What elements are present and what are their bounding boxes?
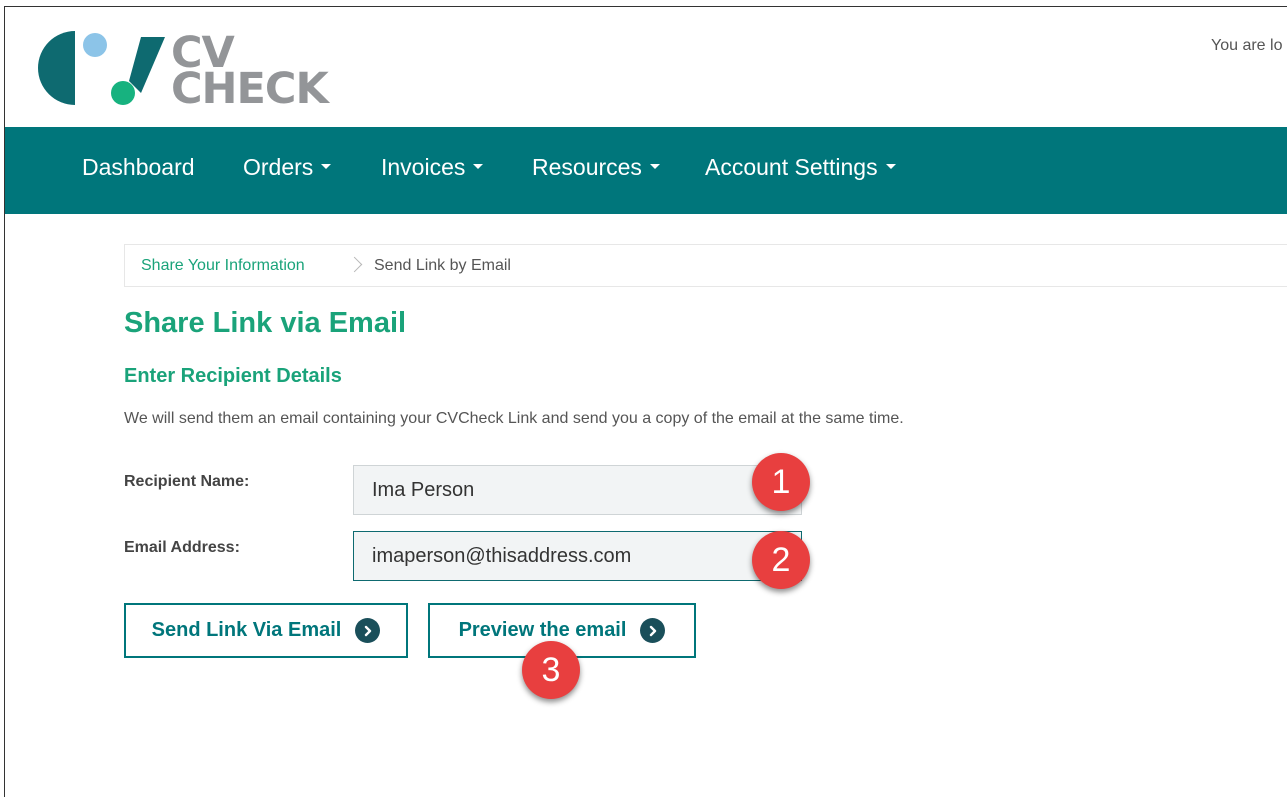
- nav-invoices-label: Invoices: [381, 154, 466, 180]
- email-address-input[interactable]: [353, 531, 802, 581]
- chevron-right-icon: [346, 256, 363, 273]
- nav-resources-label: Resources: [532, 154, 642, 180]
- step-badge-1: 1: [752, 453, 810, 511]
- nav-dashboard-label: Dashboard: [82, 154, 195, 180]
- caret-down-icon: [649, 164, 660, 170]
- step-badge-3: 3: [522, 641, 580, 699]
- caret-down-icon: [473, 164, 484, 170]
- logo-text: CV CHECK: [171, 32, 329, 114]
- app-frame: CV CHECK You are lo Dashboard Orders Inv…: [4, 6, 1287, 797]
- chevron-circle-right-icon: [355, 618, 381, 643]
- intro-text: We will send them an email containing yo…: [124, 410, 904, 427]
- breadcrumb-current: Send Link by Email: [374, 257, 511, 274]
- logo-text-check: CHECK: [171, 64, 329, 114]
- recipient-name-label: Recipient Name:: [124, 473, 250, 490]
- breadcrumb-link-share-information[interactable]: Share Your Information: [141, 257, 305, 275]
- nav-account-settings-label: Account Settings: [705, 154, 878, 180]
- send-link-button-label: Send Link Via Email: [151, 619, 342, 641]
- recipient-name-input[interactable]: [353, 465, 802, 515]
- page-title: Share Link via Email: [124, 307, 407, 339]
- nav-resources[interactable]: Resources: [532, 154, 660, 181]
- nav-invoices[interactable]: Invoices: [381, 154, 484, 181]
- logged-in-text: You are lo: [1211, 37, 1283, 54]
- caret-down-icon: [321, 164, 332, 170]
- main-navbar: Dashboard Orders Invoices Resources Acco…: [5, 127, 1287, 214]
- chevron-circle-right-icon: [640, 618, 666, 643]
- cvcheck-logo[interactable]: CV CHECK: [37, 31, 337, 111]
- preview-email-button-label: Preview the email: [458, 619, 627, 641]
- nav-orders[interactable]: Orders: [243, 154, 332, 181]
- logo-mark-icon: [38, 31, 165, 105]
- nav-account-settings[interactable]: Account Settings: [705, 154, 896, 181]
- nav-dashboard[interactable]: Dashboard: [82, 154, 195, 181]
- step-badge-2: 2: [752, 531, 810, 589]
- caret-down-icon: [885, 164, 896, 170]
- nav-orders-label: Orders: [243, 154, 314, 180]
- breadcrumb: Share Your Information Send Link by Emai…: [124, 244, 1287, 287]
- section-title: Enter Recipient Details: [124, 365, 342, 387]
- send-link-via-email-button[interactable]: Send Link Via Email: [124, 603, 408, 658]
- email-address-label: Email Address:: [124, 539, 240, 556]
